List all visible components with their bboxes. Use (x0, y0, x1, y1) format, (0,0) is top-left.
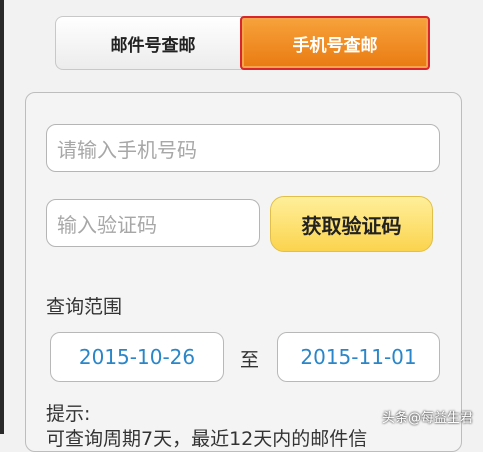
date-range-separator: 至 (240, 349, 260, 371)
hint-label: 提示: (46, 403, 91, 425)
screen-edge (0, 0, 4, 434)
phone-number-input[interactable]: 请输入手机号码 (46, 124, 440, 172)
watermark: 头条@每益生君 (382, 411, 474, 426)
verification-code-input[interactable]: 输入验证码 (46, 199, 260, 247)
tab-mail-number-query[interactable]: 邮件号查邮 (55, 16, 250, 70)
start-date-field[interactable]: 2015-10-26 (50, 332, 224, 382)
get-verification-code-button[interactable]: 获取验证码 (270, 196, 433, 252)
hint-text: 可查询周期7天，最近12天内的邮件信 (46, 428, 368, 450)
query-range-label: 查询范围 (46, 296, 123, 318)
tab-phone-number-query[interactable]: 手机号查邮 (240, 16, 430, 70)
end-date-field[interactable]: 2015-11-01 (277, 332, 440, 382)
